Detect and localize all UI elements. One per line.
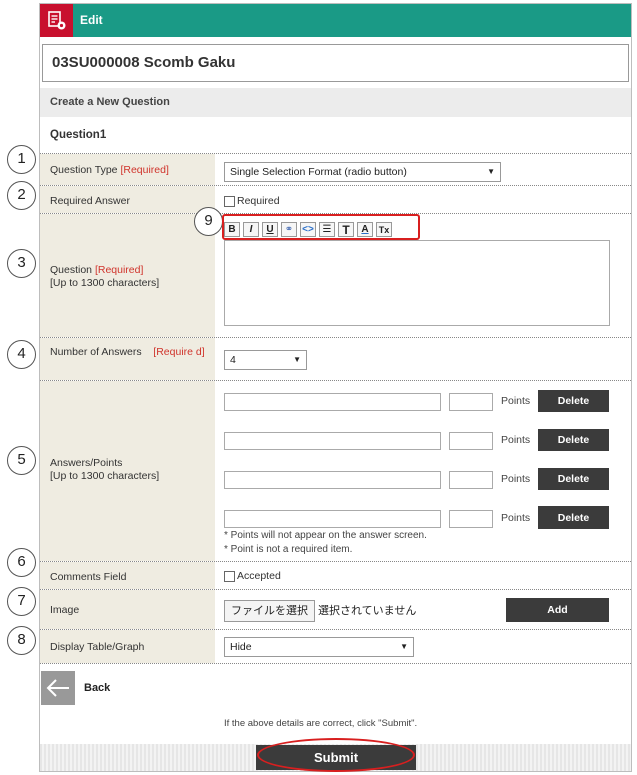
comments-option: Accepted	[224, 570, 281, 582]
choose-file-button[interactable]: ファイルを選択	[224, 600, 315, 622]
callout-7: 7	[7, 587, 36, 616]
answers-points-limit: [Up to 1300 characters]	[50, 470, 160, 482]
display-value: Hide	[230, 641, 252, 653]
row-comments-field: Comments Field Accepted	[40, 561, 631, 589]
required-answer-option: Required	[224, 195, 280, 207]
row-number-of-answers: Number of Answers [Require d] 4 ▼	[40, 337, 631, 380]
callout-2: 2	[7, 181, 36, 210]
required-tag: [Required]	[120, 164, 169, 176]
toolbar-highlight	[222, 214, 420, 240]
display-table-graph-select[interactable]: Hide ▼	[224, 637, 414, 657]
answer-input[interactable]	[224, 393, 441, 411]
number-of-answers-value: 4	[230, 354, 236, 366]
row-display-table-graph: Display Table/Graph Hide ▼	[40, 629, 631, 664]
row-image: Image ファイルを選択 選択されていません Add	[40, 589, 631, 629]
header-title: Edit	[80, 13, 103, 27]
required-answer-label: Required Answer	[40, 186, 215, 213]
image-label: Image	[40, 590, 215, 629]
number-of-answers-select[interactable]: 4 ▼	[224, 350, 307, 370]
back-link[interactable]: Back	[84, 682, 110, 694]
callout-3: 3	[7, 249, 36, 278]
callout-8: 8	[7, 626, 36, 655]
callout-1: 1	[7, 145, 36, 174]
question-editor[interactable]	[224, 240, 610, 326]
callout-9: 9	[194, 207, 223, 236]
delete-answer-button[interactable]: Delete	[538, 468, 609, 490]
callout-5: 5	[7, 446, 36, 475]
question-type-text: Question Type	[50, 164, 118, 176]
dropdown-arrow-icon: ▼	[293, 355, 301, 364]
points-input[interactable]	[449, 393, 493, 411]
required-answer-checkbox[interactable]	[224, 195, 235, 207]
row-required-answer: Required Answer Required	[40, 185, 631, 213]
header-bar: Edit	[40, 4, 631, 37]
confirm-text: If the above details are correct, click …	[224, 718, 418, 729]
points-label: Points	[501, 512, 531, 524]
answer-input[interactable]	[224, 471, 441, 489]
callout-6: 6	[7, 548, 36, 577]
required-tag: [Require d]	[153, 346, 205, 358]
course-name: 03SU000008 Scomb Gaku	[42, 44, 629, 82]
points-note: * Point is not a required item.	[224, 544, 353, 555]
required-answer-check-label: Required	[237, 195, 280, 207]
question-number: Question1	[50, 129, 107, 141]
answers-points-label: Answers/Points [Up to 1300 characters]	[40, 381, 215, 561]
question-type-value: Single Selection Format (radio button)	[230, 166, 407, 178]
question-text: Question	[50, 264, 93, 276]
points-input[interactable]	[449, 510, 493, 528]
answer-input[interactable]	[224, 432, 441, 450]
edit-panel: Edit 03SU000008 Scomb Gaku Create a New …	[39, 3, 632, 772]
points-label: Points	[501, 395, 531, 407]
points-note: * Points will not appear on the answer s…	[224, 530, 427, 541]
number-of-answers-text: Number of Answers	[50, 346, 142, 358]
delete-answer-button[interactable]: Delete	[538, 390, 609, 412]
comments-checkbox[interactable]	[224, 570, 235, 582]
comments-check-label: Accepted	[237, 570, 281, 582]
row-question-type: Question Type [Required] Single Selectio…	[40, 153, 631, 185]
report-edit-icon	[40, 4, 73, 37]
answer-input[interactable]	[224, 510, 441, 528]
callout-4: 4	[7, 340, 36, 369]
required-tag: [Required]	[94, 264, 144, 276]
answers-points-text: Answers/Points	[50, 457, 123, 469]
file-status: 選択されていません	[318, 605, 417, 617]
display-table-graph-label: Display Table/Graph	[40, 630, 215, 663]
submit-highlight	[257, 738, 415, 772]
points-input[interactable]	[449, 471, 493, 489]
comments-field-label: Comments Field	[40, 562, 215, 589]
question-type-label: Question Type [Required]	[40, 154, 215, 185]
add-image-button[interactable]: Add	[506, 598, 609, 622]
delete-answer-button[interactable]: Delete	[538, 429, 609, 451]
points-label: Points	[501, 473, 531, 485]
row-answers-points: Answers/Points [Up to 1300 characters] P…	[40, 380, 631, 561]
delete-answer-button[interactable]: Delete	[538, 506, 609, 529]
dropdown-arrow-icon: ▼	[487, 167, 495, 176]
question-type-select[interactable]: Single Selection Format (radio button) ▼	[224, 162, 501, 182]
number-of-answers-label: Number of Answers [Require d]	[40, 338, 215, 380]
section-title: Create a New Question	[40, 88, 631, 117]
points-label: Points	[501, 434, 531, 446]
back-arrow-icon[interactable]	[41, 671, 75, 705]
dropdown-arrow-icon: ▼	[400, 642, 408, 651]
points-input[interactable]	[449, 432, 493, 450]
question-limit: [Up to 1300 characters]	[50, 277, 160, 289]
question-label: Question [Required] [Up to 1300 characte…	[40, 214, 215, 337]
